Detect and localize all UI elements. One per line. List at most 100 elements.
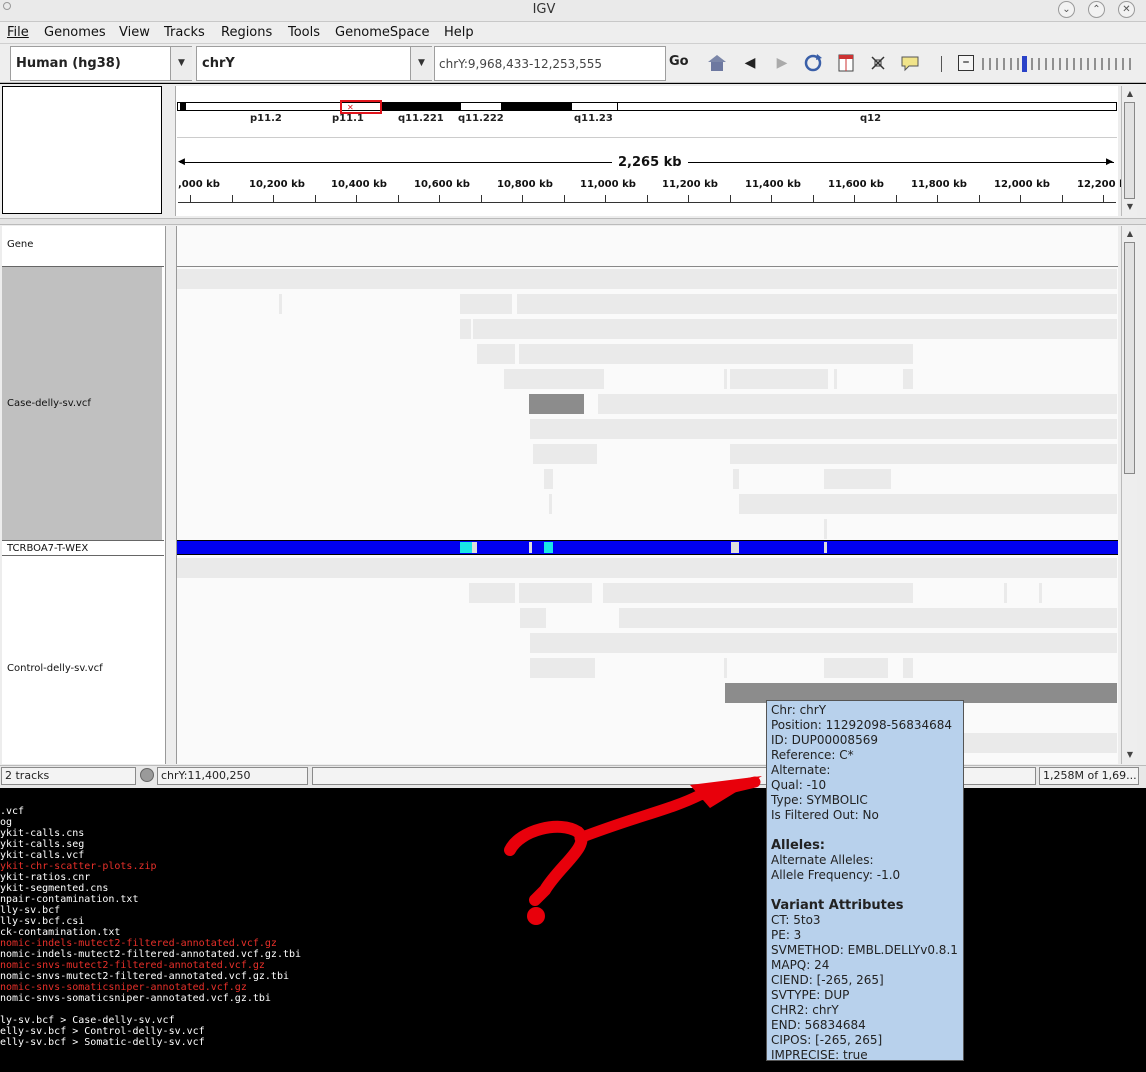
sv-feature[interactable] <box>598 394 1117 414</box>
sv-feature[interactable] <box>824 469 891 489</box>
sv-feature[interactable] <box>733 469 739 489</box>
scroll-up-icon[interactable]: ▲ <box>1123 87 1137 101</box>
sv-feature[interactable] <box>724 369 727 389</box>
chromosome-ideogram[interactable] <box>177 102 1117 111</box>
ruler-tick <box>605 195 606 202</box>
sv-feature[interactable] <box>517 294 1117 314</box>
locus-input[interactable] <box>434 46 666 81</box>
sv-feature[interactable] <box>519 344 913 364</box>
forward-icon[interactable]: ▶ <box>771 52 793 74</box>
status-track-count: 2 tracks <box>1 767 136 785</box>
menu-view[interactable]: View <box>119 25 150 40</box>
sv-feature[interactable] <box>530 419 1117 439</box>
sv-feature[interactable] <box>477 344 515 364</box>
track-name-sample[interactable]: TCRBOA7-T-WEX <box>7 543 88 554</box>
sv-feature[interactable] <box>824 658 888 678</box>
panel-divider[interactable] <box>0 218 1146 225</box>
sv-feature[interactable] <box>177 558 1117 578</box>
scroll-up-icon[interactable]: ▲ <box>1123 227 1137 241</box>
sv-feature[interactable] <box>520 608 546 628</box>
status-position: chrY:11,400,250 <box>157 767 308 785</box>
sv-feature[interactable] <box>530 658 595 678</box>
menu-genomes[interactable]: Genomes <box>44 25 106 40</box>
chromosome-dropdown[interactable]: chrY <box>196 46 432 81</box>
data-scrollbar[interactable]: ▲ ▼ <box>1121 226 1137 764</box>
genotype-het-marker[interactable] <box>544 542 553 553</box>
sv-feature[interactable] <box>519 583 592 603</box>
sv-feature[interactable] <box>533 444 597 464</box>
ruler-tick <box>273 195 274 202</box>
track-data-area[interactable] <box>176 226 1118 764</box>
genotype-nocall-marker[interactable] <box>824 542 827 553</box>
terminal-line: lly-sv.bcf <box>0 905 61 916</box>
ruler-tick <box>812 195 814 202</box>
sv-feature[interactable] <box>504 369 604 389</box>
track-name-gene[interactable]: Gene <box>7 239 33 250</box>
sv-feature[interactable] <box>460 294 512 314</box>
header-scrollbar[interactable]: ▲ ▼ <box>1121 86 1137 216</box>
refresh-icon[interactable] <box>802 52 824 74</box>
home-icon[interactable] <box>706 52 728 74</box>
sv-feature[interactable] <box>834 369 837 389</box>
sv-feature[interactable] <box>1004 583 1007 603</box>
menu-regions[interactable]: Regions <box>221 25 272 40</box>
scroll-down-icon[interactable]: ▼ <box>1123 748 1137 762</box>
sv-feature[interactable] <box>530 633 1117 653</box>
menu-file[interactable]: File <box>7 25 29 40</box>
scroll-thumb[interactable] <box>1124 102 1135 199</box>
sv-feature[interactable] <box>724 658 727 678</box>
track-name-case[interactable]: Case-delly-sv.vcf <box>7 398 91 409</box>
sv-feature[interactable] <box>1039 583 1042 603</box>
terminal-line: ykit-segmented.cns <box>0 883 109 894</box>
minimize-icon[interactable]: ⌄ <box>1058 1 1075 18</box>
sv-feature[interactable] <box>460 319 471 339</box>
sv-feature-selected[interactable] <box>529 394 584 414</box>
track-name-control[interactable]: Control-delly-sv.vcf <box>7 663 103 674</box>
scroll-down-icon[interactable]: ▼ <box>1123 200 1137 214</box>
menu-tracks[interactable]: Tracks <box>164 25 205 40</box>
sv-feature[interactable] <box>603 583 913 603</box>
sv-feature[interactable] <box>549 494 552 514</box>
sv-feature[interactable] <box>177 269 1117 289</box>
sv-feature[interactable] <box>739 494 1117 514</box>
maximize-icon[interactable]: ⌃ <box>1088 1 1105 18</box>
ruler-tick-label: 11,200 kb <box>662 179 718 190</box>
sv-feature[interactable] <box>544 469 553 489</box>
genotype-nocall-marker[interactable] <box>472 542 477 553</box>
scroll-thumb[interactable] <box>1124 242 1135 474</box>
menu-tools[interactable]: Tools <box>288 25 320 40</box>
band-divider <box>617 102 618 111</box>
genotype-nocall-marker[interactable] <box>731 542 739 553</box>
chevron-down-icon[interactable]: ▼ <box>170 47 192 80</box>
sv-feature[interactable] <box>469 583 515 603</box>
terminal-line: lly-sv.bcf.csi <box>0 916 85 927</box>
menu-help[interactable]: Help <box>444 25 474 40</box>
sv-feature[interactable] <box>964 733 1117 753</box>
sv-feature[interactable] <box>619 608 1117 628</box>
back-icon[interactable]: ◀ <box>739 52 761 74</box>
popup-text-icon[interactable] <box>899 52 921 74</box>
sv-feature[interactable] <box>730 369 828 389</box>
sv-feature[interactable] <box>473 319 1117 339</box>
region-of-interest-icon[interactable] <box>835 52 857 74</box>
arrow-left-icon: ◀ <box>178 157 185 167</box>
sample-genotype-bar[interactable] <box>177 540 1118 555</box>
sv-feature[interactable] <box>279 294 282 314</box>
close-icon[interactable]: ✕ <box>1118 1 1135 18</box>
menu-genomespace[interactable]: GenomeSpace <box>335 25 430 40</box>
genome-dropdown[interactable]: Human (hg38) <box>10 46 192 81</box>
variant-popup[interactable]: Chr: chrY Position: 11292098-56834684 ID… <box>766 700 964 1062</box>
annotation-question-mark <box>504 776 762 925</box>
ruler-separator <box>177 137 1117 138</box>
sv-feature[interactable] <box>730 444 1117 464</box>
sv-feature[interactable] <box>903 658 913 678</box>
sv-feature[interactable] <box>824 519 827 539</box>
chevron-down-icon[interactable]: ▼ <box>410 47 432 80</box>
go-button[interactable]: Go <box>669 54 689 69</box>
resize-icon[interactable] <box>867 52 889 74</box>
zoom-slider[interactable] <box>980 55 1140 73</box>
genotype-het-marker[interactable] <box>460 542 472 553</box>
sv-feature[interactable] <box>903 369 913 389</box>
genotype-nocall-marker[interactable] <box>529 542 532 553</box>
zoom-out-icon[interactable]: – <box>958 55 974 71</box>
